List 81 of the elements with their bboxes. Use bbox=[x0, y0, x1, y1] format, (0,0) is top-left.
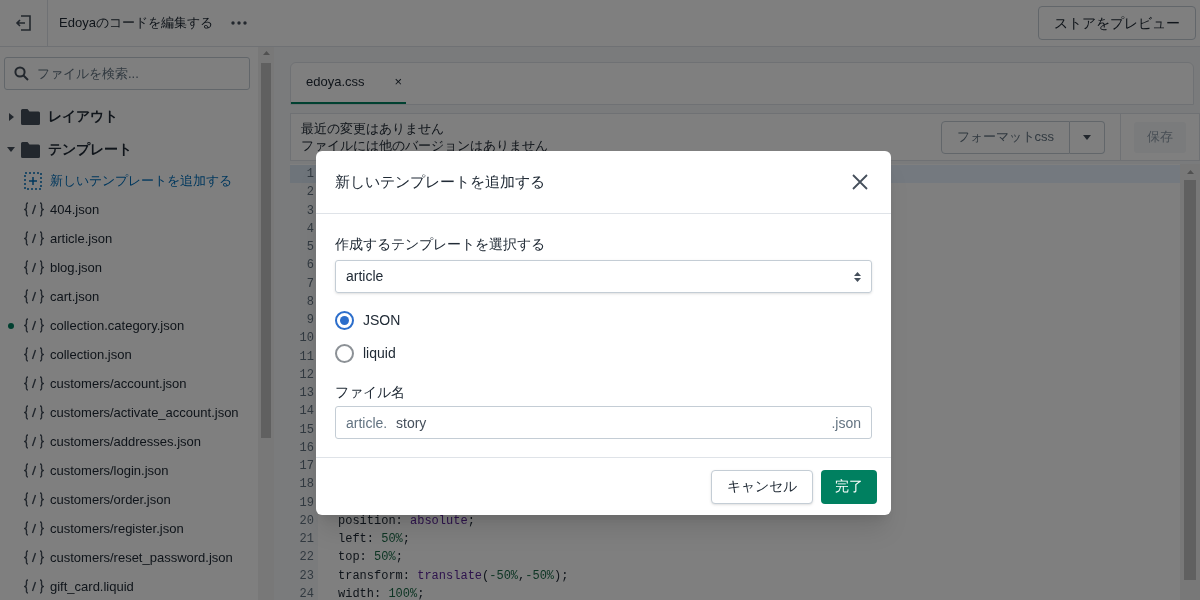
file-item[interactable]: cart.json bbox=[4, 282, 250, 311]
code-file-icon bbox=[24, 521, 44, 536]
line-number: 10 bbox=[290, 329, 318, 348]
line-number: 1 bbox=[290, 165, 318, 184]
scroll-up-icon bbox=[262, 51, 270, 55]
folder-icon bbox=[21, 108, 40, 125]
code-file-icon bbox=[24, 492, 44, 507]
search-icon bbox=[14, 66, 29, 81]
line-number: 17 bbox=[290, 457, 318, 476]
scrollbar[interactable] bbox=[1180, 164, 1200, 600]
line-number: 21 bbox=[290, 530, 318, 549]
code-file-icon bbox=[24, 231, 44, 246]
line-number: 13 bbox=[290, 384, 318, 403]
file-item[interactable]: gift_card.liquid bbox=[4, 572, 250, 600]
add-template-link[interactable]: 新しいテンプレートを追加する bbox=[4, 166, 250, 195]
caret-icon bbox=[1083, 134, 1091, 140]
code-line: position: absolute; bbox=[338, 514, 475, 527]
scroll-up-icon bbox=[1186, 170, 1194, 174]
code-file-icon bbox=[24, 202, 44, 217]
radio-button[interactable] bbox=[335, 344, 354, 363]
field-label: 作成するテンプレートを選択する bbox=[335, 235, 546, 254]
status-text: 最近の変更はありません bbox=[301, 120, 445, 137]
code-file-icon bbox=[24, 463, 44, 478]
line-number: 22 bbox=[290, 548, 318, 567]
radio-option[interactable]: liquid bbox=[335, 343, 872, 364]
template-select[interactable]: article bbox=[335, 260, 872, 293]
file-item[interactable]: customers/account.json bbox=[4, 369, 250, 398]
line-number: 2 bbox=[290, 183, 318, 202]
tab-close-button[interactable]: × bbox=[394, 72, 403, 92]
code-line: left: 50%; bbox=[338, 533, 411, 546]
dialog-title: 新しいテンプレートを追加する bbox=[335, 171, 546, 192]
add-icon bbox=[24, 171, 42, 190]
code-file-icon bbox=[24, 579, 44, 594]
code-file-icon bbox=[24, 347, 44, 362]
folder-icon bbox=[21, 141, 40, 158]
file-item[interactable]: customers/activate_account.json bbox=[4, 398, 250, 427]
code-line: top: 50%; bbox=[338, 551, 403, 564]
line-number: 5 bbox=[290, 238, 318, 257]
more-icon bbox=[230, 21, 247, 25]
code-file-icon bbox=[24, 550, 44, 565]
code-file-icon bbox=[24, 260, 44, 275]
preview-button[interactable]: ストアをプレビュー bbox=[1038, 6, 1196, 40]
line-number: 18 bbox=[290, 475, 318, 494]
select-arrows-icon bbox=[854, 271, 861, 282]
code-file-icon bbox=[24, 289, 44, 304]
radio-button[interactable] bbox=[335, 311, 354, 330]
code-line: transform: translate(-50%,-50%); bbox=[338, 569, 569, 582]
cancel-button[interactable]: キャンセル bbox=[711, 469, 813, 504]
file-item[interactable]: customers/addresses.json bbox=[4, 427, 250, 456]
line-number: 9 bbox=[290, 311, 318, 330]
filename-prefix: article. bbox=[346, 414, 388, 433]
file-item[interactable]: blog.json bbox=[4, 253, 250, 282]
radio-option[interactable]: JSON bbox=[335, 310, 872, 331]
code-file-icon bbox=[24, 318, 44, 333]
folder-item[interactable]: レイアウト bbox=[4, 100, 250, 133]
file-item[interactable]: 404.json bbox=[4, 195, 250, 224]
file-item[interactable]: customers/order.json bbox=[4, 485, 250, 514]
exit-icon bbox=[14, 14, 33, 32]
line-number: 14 bbox=[290, 402, 318, 421]
code-line: width: 100%; bbox=[338, 587, 425, 600]
file-item[interactable]: collection.json bbox=[4, 340, 250, 369]
line-number: 6 bbox=[290, 256, 318, 275]
scrollbar[interactable] bbox=[258, 47, 274, 600]
format-button[interactable]: フォーマットcss bbox=[940, 120, 1070, 154]
file-item[interactable]: customers/login.json bbox=[4, 456, 250, 485]
file-item[interactable]: customers/reset_password.json bbox=[4, 543, 250, 572]
page-title: Edoyaのコードを編集する bbox=[59, 14, 213, 33]
file-tab[interactable]: edoya.css × bbox=[291, 62, 406, 104]
code-file-icon bbox=[24, 376, 44, 391]
code-file-icon bbox=[24, 405, 44, 420]
file-item[interactable]: customers/register.json bbox=[4, 514, 250, 543]
close-icon bbox=[852, 174, 868, 190]
folder-item[interactable]: テンプレート bbox=[4, 133, 250, 166]
line-number: 20 bbox=[290, 511, 318, 530]
field-label: ファイル名 bbox=[335, 383, 406, 402]
search-field[interactable]: ファイルを検索... bbox=[4, 57, 250, 90]
code-file-icon bbox=[24, 434, 44, 449]
filename-suffix: .json bbox=[831, 414, 861, 433]
file-item[interactable]: collection.category.json bbox=[4, 311, 250, 340]
done-button[interactable]: 完了 bbox=[821, 469, 877, 504]
file-item[interactable]: article.json bbox=[4, 224, 250, 253]
